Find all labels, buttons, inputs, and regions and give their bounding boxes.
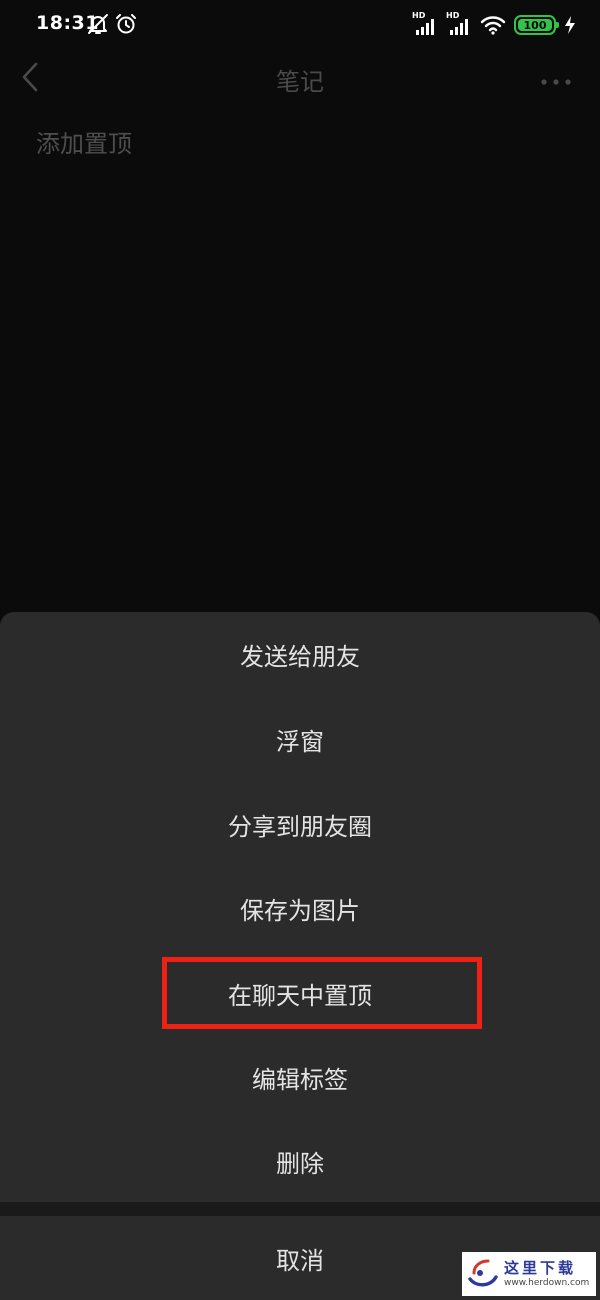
delete-button[interactable]: 删除 [0, 1119, 600, 1203]
more-options-icon[interactable] [540, 72, 572, 85]
screen: 18:31 HD HD 100 笔记 添加置顶 发送给朋友 浮窗 分享到朋友圈 … [0, 0, 600, 1300]
watermark-logo-icon [466, 1257, 500, 1291]
watermark-en: www.herdown.com [504, 1278, 590, 1288]
battery-level: 100 [523, 18, 547, 32]
watermark: 这里下载 www.herdown.com [462, 1252, 596, 1296]
note-content: 添加置顶 [36, 130, 132, 158]
signal-sim2-icon: HD [446, 11, 472, 37]
charging-icon [564, 15, 576, 35]
edit-tags-button[interactable]: 编辑标签 [0, 1035, 600, 1119]
save-as-image-button[interactable]: 保存为图片 [0, 866, 600, 950]
notification-muted-icon [86, 12, 110, 36]
floating-window-button[interactable]: 浮窗 [0, 697, 600, 781]
wifi-icon [480, 14, 506, 36]
battery-indicator: 100 [514, 15, 559, 35]
app-header: 笔记 [0, 52, 600, 102]
watermark-text: 这里下载 www.herdown.com [504, 1259, 589, 1289]
share-to-moments-button[interactable]: 分享到朋友圈 [0, 782, 600, 866]
action-sheet: 发送给朋友 浮窗 分享到朋友圈 保存为图片 在聊天中置顶 编辑标签 删除 取消 [0, 612, 600, 1300]
signal-sim1-icon: HD [412, 11, 438, 37]
status-bar: 18:31 HD HD 100 [0, 0, 600, 52]
status-right-group: HD HD 100 [412, 11, 576, 38]
alarm-icon [114, 12, 138, 36]
page-title: 笔记 [276, 68, 324, 96]
highlight-annotation [162, 957, 482, 1029]
watermark-cn: 这里下载 [504, 1259, 577, 1277]
send-to-friend-button[interactable]: 发送给朋友 [0, 612, 600, 696]
sheet-divider [0, 1202, 600, 1216]
